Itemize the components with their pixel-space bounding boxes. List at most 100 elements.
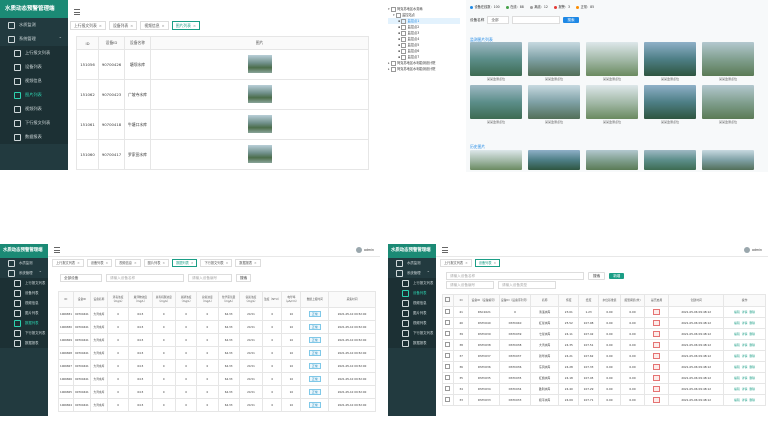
tab[interactable]: 图片列表 ×: [171, 21, 201, 30]
sidebar-item[interactable]: 水质监测: [388, 258, 436, 268]
thumbnail-image[interactable]: [247, 115, 272, 133]
table-row[interactable]: 38 DSTC038 DSTC038 大湾水库 24.35 107.51 0.00 0.00 2…: [442, 339, 766, 351]
enabled-badge[interactable]: [653, 330, 661, 337]
checkbox[interactable]: [401, 30, 407, 36]
tab[interactable]: 设备列表 ×: [108, 21, 138, 30]
sidebar-item[interactable]: 上行报文列表: [0, 46, 68, 60]
tab[interactable]: 下行报文列表 ×: [200, 258, 233, 267]
action-编辑-link[interactable]: 编辑: [734, 365, 740, 369]
sidebar-item[interactable]: 视频信息: [388, 298, 436, 308]
action-详情-link[interactable]: 详情: [742, 343, 748, 347]
sidebar-item[interactable]: 系统管理 ⌃: [0, 32, 68, 46]
sidebar-item[interactable]: 数据报表: [388, 338, 436, 348]
image-card[interactable]: 某某监测点位: [528, 85, 580, 125]
sidebar-item[interactable]: 设备列表: [0, 60, 68, 74]
sidebar-item[interactable]: 数据报表: [0, 338, 48, 348]
tree-node[interactable]: ▸ 阿克苏地区水利勘测设计院: [388, 66, 460, 72]
menu-toggle-icon[interactable]: [74, 9, 80, 15]
close-icon[interactable]: ×: [99, 23, 102, 28]
sidebar-item[interactable]: 视频信息: [0, 74, 68, 88]
thumbnail-image[interactable]: [247, 55, 272, 73]
history-image[interactable]: [470, 150, 522, 170]
table-row[interactable]: 1006829 90700441 大湾水库 0 64.5 0 0 0 64.33 24.51 0 10…: [58, 333, 376, 347]
select-all-checkbox[interactable]: [445, 297, 451, 303]
device-type-input[interactable]: 请输入设备类型: [498, 281, 556, 289]
enabled-badge[interactable]: [653, 319, 661, 326]
tree-toggle-icon[interactable]: ▾: [393, 13, 395, 17]
sidebar-item[interactable]: 设备列表: [0, 288, 48, 298]
user-menu[interactable]: admin: [744, 247, 762, 253]
history-image[interactable]: [528, 150, 580, 170]
table-row[interactable]: 1006824 90700441 大湾水库 0 64.5 0 0 0 64.33 24.51 0 10…: [58, 398, 376, 412]
row-checkbox[interactable]: [445, 331, 451, 336]
image-card[interactable]: 某某监测点位: [586, 42, 638, 82]
image-card[interactable]: 某某监测点位: [644, 85, 696, 125]
action-删除-link[interactable]: 删除: [749, 310, 755, 314]
action-详情-link[interactable]: 详情: [742, 376, 748, 380]
sidebar-item[interactable]: 数据报表: [0, 130, 68, 144]
device-select[interactable]: 全部设备: [60, 274, 102, 282]
sidebar-item[interactable]: 上行报文列表: [388, 278, 436, 288]
close-icon[interactable]: ×: [162, 23, 165, 28]
close-icon[interactable]: ×: [226, 261, 229, 265]
close-icon[interactable]: ×: [162, 261, 165, 265]
checkbox[interactable]: [395, 12, 401, 18]
close-icon[interactable]: ×: [134, 261, 137, 265]
tree-toggle-icon[interactable]: ▸: [388, 67, 390, 71]
checkbox[interactable]: [390, 6, 396, 12]
image-card[interactable]: 某某监测点位: [470, 85, 522, 125]
action-编辑-link[interactable]: 编辑: [734, 343, 740, 347]
thumbnail-image[interactable]: [247, 145, 272, 163]
tree-toggle-icon[interactable]: ▸: [388, 61, 390, 65]
enabled-badge[interactable]: [653, 308, 661, 315]
table-row[interactable]: 40 DSTC040 DSTC040 红星水库 25.52 107.08 0.00 0.00 2…: [442, 317, 766, 329]
close-icon[interactable]: ×: [494, 261, 497, 265]
enabled-badge[interactable]: [653, 341, 661, 348]
table-row[interactable]: 34 DSTC034 DSTC034 胜利水库 24.40 107.29 0.00 0.00 2…: [442, 383, 766, 395]
checkbox[interactable]: [401, 18, 407, 24]
action-详情-link[interactable]: 详情: [742, 365, 748, 369]
image-card[interactable]: 某某监测点位: [702, 85, 754, 125]
menu-toggle-icon[interactable]: [442, 247, 448, 253]
image-card[interactable]: 某某监测点位: [586, 85, 638, 125]
tab[interactable]: 上行报文列表 ×: [70, 21, 106, 30]
action-编辑-link[interactable]: 编辑: [734, 354, 740, 358]
sidebar-item[interactable]: 下行报文列表: [0, 328, 48, 338]
sidebar-item[interactable]: 下行报文列表: [0, 116, 68, 130]
tab[interactable]: 视频信息 ×: [140, 21, 169, 30]
table-row[interactable]: 1006827 90700441 大湾水库 0 64.5 0 0 0 64.33 24.51 0 10…: [58, 359, 376, 373]
action-编辑-link[interactable]: 编辑: [734, 387, 740, 391]
sidebar-item[interactable]: 系统管理 ⌃: [0, 268, 48, 278]
tab[interactable]: 数据报表 ×: [235, 258, 261, 267]
enabled-badge[interactable]: [653, 396, 661, 403]
action-编辑-link[interactable]: 编辑: [734, 376, 740, 380]
sidebar-item[interactable]: 视频信息: [0, 298, 48, 308]
action-编辑-link[interactable]: 编辑: [734, 332, 740, 336]
action-删除-link[interactable]: 删除: [749, 376, 755, 380]
table-row[interactable]: 151062 90700423 广坡寺水库: [76, 79, 369, 110]
sidebar-item[interactable]: 水质监测: [0, 258, 48, 268]
table-row[interactable]: 36 DSTC036 DSTC036 东风水库 24.28 107.33 0.00 0.00 2…: [442, 361, 766, 373]
checkbox[interactable]: [401, 54, 407, 60]
table-row[interactable]: 1006826 90700441 大湾水库 0 64.5 0 0 0 64.33 24.51 0 10…: [58, 372, 376, 386]
image-card[interactable]: 某某监测点位: [644, 42, 696, 82]
enabled-badge[interactable]: [653, 363, 661, 370]
image-card[interactable]: 某某监测点位: [702, 42, 754, 82]
action-详情-link[interactable]: 详情: [742, 310, 748, 314]
menu-toggle-icon[interactable]: [54, 247, 60, 253]
table-row[interactable]: 1006828 90700441 大湾水库 0 64.5 0 0 0 64.33 24.51 0 10…: [58, 346, 376, 360]
enabled-badge[interactable]: [653, 374, 661, 381]
checkbox[interactable]: [401, 24, 407, 30]
table-row[interactable]: 1006830 90700441 大湾水库 0 64.5 0 0 0 64.33 24.51 0 10…: [58, 320, 376, 334]
device-select[interactable]: 全部: [487, 16, 510, 24]
sidebar-item[interactable]: 下行报文列表: [388, 328, 436, 338]
close-icon[interactable]: ×: [254, 261, 257, 265]
close-icon[interactable]: ×: [106, 261, 109, 265]
history-image[interactable]: [702, 150, 754, 170]
table-row[interactable]: 33 DSTC033 DSTC033 和平水库 24.09 107.71 0.00 0.00 2…: [442, 394, 766, 406]
close-icon[interactable]: ×: [77, 261, 80, 265]
table-row[interactable]: 151061 90700418 牛塘口水库: [76, 109, 369, 140]
sidebar-item[interactable]: 视频列表: [0, 102, 68, 116]
tab[interactable]: 图片列表 ×: [143, 258, 170, 267]
search-button[interactable]: 搜索: [563, 17, 579, 23]
